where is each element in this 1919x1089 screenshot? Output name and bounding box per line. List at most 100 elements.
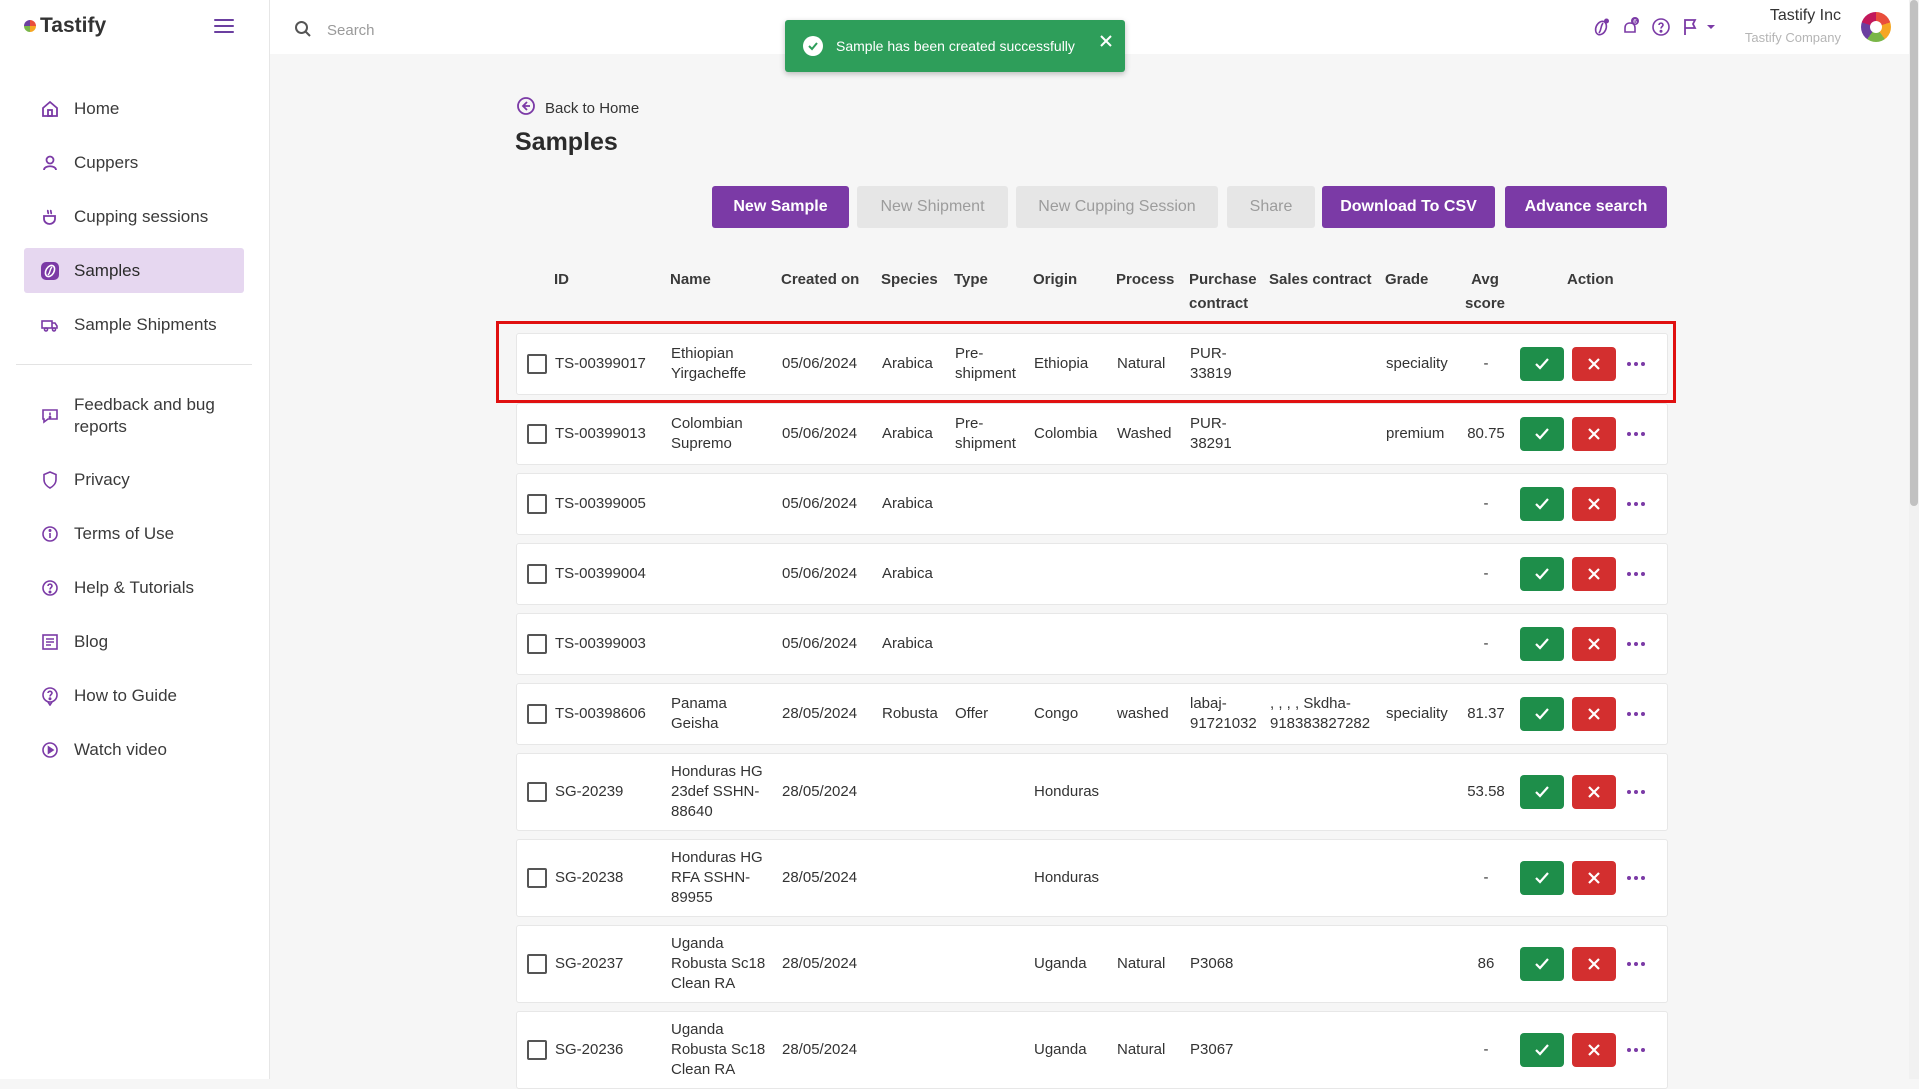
approve-button[interactable] xyxy=(1520,557,1564,591)
table-row[interactable]: TS-00399004 05/06/2024 Arabica - xyxy=(516,543,1668,605)
sidebar-item-sample-shipments[interactable]: Sample Shipments xyxy=(24,302,244,347)
reject-button[interactable] xyxy=(1572,417,1616,451)
approve-button[interactable] xyxy=(1520,697,1564,731)
cell-origin xyxy=(1034,614,1112,674)
more-options-icon[interactable] xyxy=(1624,494,1648,514)
more-options-icon[interactable] xyxy=(1624,954,1648,974)
close-icon xyxy=(1588,872,1600,884)
tastify-logo[interactable]: Tastify xyxy=(24,14,106,38)
row-checkbox[interactable] xyxy=(527,954,547,974)
sidebar-item-label: Privacy xyxy=(74,469,130,489)
sidebar-item-help[interactable]: Help & Tutorials xyxy=(24,565,244,610)
cell-type: Offer xyxy=(955,705,989,722)
sidebar-item-how-to-guide[interactable]: How to Guide xyxy=(24,673,244,718)
sidebar-item-watch-video[interactable]: Watch video xyxy=(24,727,244,772)
table-row[interactable]: TS-00399013 Colombian Supremo 05/06/2024 Ar… xyxy=(516,403,1668,465)
advance-search-button[interactable]: Advance search xyxy=(1505,186,1667,228)
table-row[interactable]: SG-20237 Uganda Robusta Sc18 Clean RA 28/0… xyxy=(516,925,1668,1003)
sidebar-item-blog[interactable]: Blog xyxy=(24,619,244,664)
shield-icon xyxy=(40,470,60,490)
reject-button[interactable] xyxy=(1572,347,1616,381)
more-options-icon[interactable] xyxy=(1624,868,1648,888)
row-checkbox[interactable] xyxy=(527,424,547,444)
more-options-icon[interactable] xyxy=(1624,634,1648,654)
reject-button[interactable] xyxy=(1572,697,1616,731)
page-scrollbar[interactable] xyxy=(1909,0,1919,1079)
sidebar-item-cuppers[interactable]: Cuppers xyxy=(24,140,244,185)
search-input[interactable] xyxy=(325,17,589,43)
sidebar-item-label: Blog xyxy=(74,631,109,651)
sidebar-item-privacy[interactable]: Privacy xyxy=(24,457,244,502)
user-name[interactable]: Tastify Inc xyxy=(1770,7,1841,25)
sidebar-item-home[interactable]: Home xyxy=(24,86,244,131)
cell-created: 28/05/2024 xyxy=(782,783,858,800)
sidebar-item-terms[interactable]: Terms of Use xyxy=(24,511,244,556)
cell-id: TS-00398606 xyxy=(555,705,646,722)
new-cupping-session-button[interactable]: New Cupping Session xyxy=(1016,186,1218,228)
more-options-icon[interactable] xyxy=(1624,354,1648,374)
approve-button[interactable] xyxy=(1520,417,1564,451)
scrollbar-thumb[interactable] xyxy=(1910,0,1918,506)
reject-button[interactable] xyxy=(1572,627,1616,661)
sidebar-item-feedback[interactable]: Feedback and bug reports xyxy=(24,392,244,440)
row-checkbox[interactable] xyxy=(527,564,547,584)
table-row[interactable]: SG-20236 Uganda Robusta Sc18 Clean RA 28/0… xyxy=(516,1011,1668,1089)
cell-grade xyxy=(1386,544,1466,604)
more-options-icon[interactable] xyxy=(1624,782,1648,802)
more-options-icon[interactable] xyxy=(1624,424,1648,444)
column-header-sales-contract: Sales contract xyxy=(1269,271,1372,288)
help-icon[interactable] xyxy=(1650,16,1672,38)
row-checkbox[interactable] xyxy=(527,354,547,374)
info-icon xyxy=(40,524,60,544)
notification-icon[interactable]: 6 xyxy=(1620,16,1642,38)
more-options-icon[interactable] xyxy=(1624,704,1648,724)
cell-id: TS-00399013 xyxy=(555,425,646,442)
row-checkbox[interactable] xyxy=(527,634,547,654)
table-row[interactable]: TS-00399005 05/06/2024 Arabica - xyxy=(516,473,1668,535)
table-row[interactable]: TS-00399017 Ethiopian Yirgacheffe 05/06/20… xyxy=(516,333,1668,395)
download-csv-button[interactable]: Download To CSV xyxy=(1322,186,1495,228)
cell-grade xyxy=(1386,754,1466,830)
row-checkbox[interactable] xyxy=(527,782,547,802)
cell-grade xyxy=(1386,474,1466,534)
approve-button[interactable] xyxy=(1520,775,1564,809)
back-to-home-link[interactable]: Back to Home xyxy=(516,96,639,121)
table-row[interactable]: SG-20239 Honduras HG 23def SSHN-88640 28/0… xyxy=(516,753,1668,831)
avatar[interactable] xyxy=(1861,12,1891,42)
help-icon xyxy=(40,578,60,598)
reject-button[interactable] xyxy=(1572,775,1616,809)
coffee-bean-icon[interactable] xyxy=(1590,16,1612,38)
reject-button[interactable] xyxy=(1572,861,1616,895)
share-button[interactable]: Share xyxy=(1227,186,1315,228)
sidebar-item-cupping-sessions[interactable]: Cupping sessions xyxy=(24,194,244,239)
row-checkbox[interactable] xyxy=(527,1040,547,1060)
more-options-icon[interactable] xyxy=(1624,564,1648,584)
approve-button[interactable] xyxy=(1520,1033,1564,1067)
reject-button[interactable] xyxy=(1572,487,1616,521)
reject-button[interactable] xyxy=(1572,557,1616,591)
cell-id: SG-20237 xyxy=(555,955,624,972)
new-shipment-button[interactable]: New Shipment xyxy=(857,186,1008,228)
table-row[interactable]: TS-00399003 05/06/2024 Arabica - xyxy=(516,613,1668,675)
row-checkbox[interactable] xyxy=(527,494,547,514)
approve-button[interactable] xyxy=(1520,861,1564,895)
cell-sales xyxy=(1270,404,1385,464)
flag-icon[interactable] xyxy=(1680,16,1718,38)
menu-icon[interactable] xyxy=(214,17,236,35)
approve-button[interactable] xyxy=(1520,947,1564,981)
reject-button[interactable] xyxy=(1572,947,1616,981)
reject-button[interactable] xyxy=(1572,1033,1616,1067)
row-checkbox[interactable] xyxy=(527,704,547,724)
row-checkbox[interactable] xyxy=(527,868,547,888)
approve-button[interactable] xyxy=(1520,347,1564,381)
close-icon[interactable] xyxy=(1097,32,1115,50)
new-sample-button[interactable]: New Sample xyxy=(712,186,849,228)
approve-button[interactable] xyxy=(1520,627,1564,661)
approve-button[interactable] xyxy=(1520,487,1564,521)
more-options-icon[interactable] xyxy=(1624,1040,1648,1060)
cell-score: 80.75 xyxy=(1467,425,1505,442)
table-row[interactable]: SG-20238 Honduras HG RFA SSHN-89955 28/05/… xyxy=(516,839,1668,917)
sidebar-item-samples[interactable]: Samples xyxy=(24,248,244,293)
sidebar-item-label: Cuppers xyxy=(74,152,139,172)
table-row[interactable]: TS-00398606 Panama Geisha 28/05/2024 Robust… xyxy=(516,683,1668,745)
